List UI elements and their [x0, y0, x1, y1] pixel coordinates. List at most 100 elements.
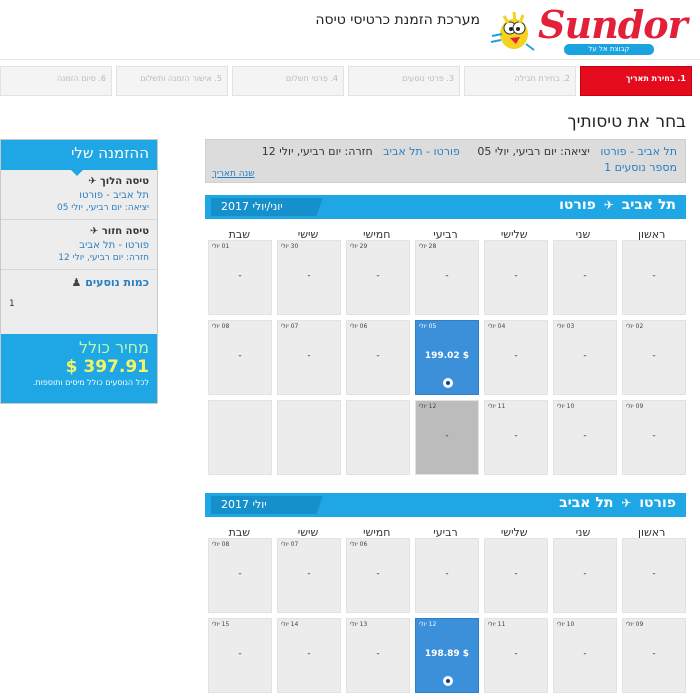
cell-date: 05 יולי	[419, 323, 437, 330]
date-cell[interactable]: 07 יולי -	[277, 538, 341, 613]
date-cell[interactable]: 28 יולי -	[415, 240, 479, 315]
cell-price: -	[238, 569, 242, 579]
cell-date: 09 יולי	[626, 403, 644, 410]
date-cell[interactable]: 30 יולי -	[277, 240, 341, 315]
cell-price: -	[514, 569, 518, 579]
booking-steps: 6. סיום הזמנה 5. אישור הזמנה ותשלום 4. פרט…	[0, 66, 700, 96]
step-6[interactable]: 6. סיום הזמנה	[0, 66, 112, 96]
cell-date: 08 יולי	[212, 323, 230, 330]
cell-date: 07 יולי	[281, 541, 299, 548]
cell-price: -	[514, 351, 518, 361]
date-cell[interactable]: 06 יולי -	[346, 538, 410, 613]
cell-price: -	[307, 351, 311, 361]
plane-icon: ✈	[603, 198, 614, 212]
summary-out-date: יציאה: יום רביעי, יולי 05	[477, 145, 590, 158]
date-cell[interactable]: -	[553, 240, 617, 315]
date-cell[interactable]	[346, 400, 410, 475]
passengers-count: 1	[9, 299, 15, 309]
inbound-origin: פורטו	[639, 495, 676, 511]
date-cell[interactable]: -	[484, 240, 548, 315]
date-cell[interactable]: 08 יולי -	[208, 320, 272, 395]
date-cell[interactable]: 10 יולי -	[553, 618, 617, 693]
cell-price: -	[652, 431, 656, 441]
cell-price: -	[514, 649, 518, 659]
selected-radio-icon[interactable]	[443, 378, 453, 388]
cell-price: -	[514, 431, 518, 441]
date-cell[interactable]: 07 יולי -	[277, 320, 341, 395]
inbound-calendar-header: פורטו ✈ תל אביב יולי 2017	[205, 493, 686, 517]
cell-price: -	[376, 351, 380, 361]
selected-date-cell[interactable]: 12 יולי $ 198.89	[415, 618, 479, 693]
plane-icon: ✈	[89, 226, 99, 237]
cell-price: -	[652, 351, 656, 361]
sundor-logo[interactable]: Sundor קבוצת אל על	[486, 2, 688, 56]
cell-price: -	[238, 649, 242, 659]
cell-date: 12 יולי	[419, 621, 437, 628]
date-cell[interactable]: 06 יולי -	[346, 320, 410, 395]
logo-text: Sundor	[538, 2, 688, 47]
date-cell[interactable]: -	[553, 538, 617, 613]
date-cell[interactable]: 03 יולי -	[553, 320, 617, 395]
cell-price: -	[445, 271, 449, 281]
summary-out-route: תל אביב - פורטו	[600, 145, 677, 158]
cell-date: 06 יולי	[350, 323, 368, 330]
date-cell[interactable]: -	[622, 538, 686, 613]
date-cell[interactable]: 14 יולי -	[277, 618, 341, 693]
date-cell[interactable]: 09 יולי -	[622, 618, 686, 693]
date-cell[interactable]: 12 יולי -	[415, 400, 479, 475]
cell-date: 28 יולי	[419, 243, 437, 250]
summary-passengers: מספר נוסעים 1	[604, 161, 677, 174]
outbound-origin: תל אביב	[621, 197, 676, 213]
cell-date: 10 יולי	[557, 403, 575, 410]
date-cell[interactable]: 01 יולי -	[208, 240, 272, 315]
cell-date: 30 יולי	[281, 243, 299, 250]
date-cell[interactable]: 04 יולי -	[484, 320, 548, 395]
date-cell[interactable]	[208, 400, 272, 475]
date-cell[interactable]: 10 יולי -	[553, 400, 617, 475]
return-flight-date: חזרה: יום רביעי, יולי 12	[58, 253, 149, 263]
selected-radio-icon[interactable]	[443, 676, 453, 686]
cell-price: -	[514, 271, 518, 281]
cell-price: -	[307, 649, 311, 659]
date-cell[interactable]: -	[415, 538, 479, 613]
date-cell[interactable]: 15 יולי -	[208, 618, 272, 693]
step-5[interactable]: 5. אישור הזמנה ותשלום	[116, 66, 228, 96]
outbound-flight-date: יציאה: יום רביעי, יולי 05	[56, 203, 149, 213]
cell-price: -	[583, 351, 587, 361]
return-flight-section: טיסה חזור ✈ פורטו - תל אביב חזרה: יום רב…	[1, 220, 157, 270]
date-cell[interactable]: -	[622, 240, 686, 315]
cell-date: 04 יולי	[488, 323, 506, 330]
cell-date: 29 יולי	[350, 243, 368, 250]
cell-date: 11 יולי	[488, 621, 506, 628]
my-booking-title: ההזמנה שלי	[1, 140, 157, 176]
date-cell[interactable]: 08 יולי -	[208, 538, 272, 613]
step-3[interactable]: 3. פרטי נוסעים	[348, 66, 460, 96]
cell-price: -	[652, 569, 656, 579]
outbound-destination: פורטו	[559, 197, 596, 213]
date-cell[interactable]: 02 יולי -	[622, 320, 686, 395]
step-2[interactable]: 2. בחירת חבילה	[464, 66, 576, 96]
date-cell[interactable]: 09 יולי -	[622, 400, 686, 475]
cell-price: -	[307, 569, 311, 579]
cell-date: 10 יולי	[557, 621, 575, 628]
outbound-flight-section: טיסה הלוך ✈ תל אביב - פורטו יציאה: יום ר…	[1, 170, 157, 220]
date-cell[interactable]: -	[484, 538, 548, 613]
date-cell[interactable]: 29 יולי -	[346, 240, 410, 315]
cell-date: 09 יולי	[626, 621, 644, 628]
step-4[interactable]: 4. פרטי תשלום	[232, 66, 344, 96]
date-cell[interactable]: 13 יולי -	[346, 618, 410, 693]
summary-ret-route: פורטו - תל אביב	[383, 145, 460, 158]
outbound-flight-route: תל אביב - פורטו	[79, 190, 149, 201]
date-cell[interactable]	[277, 400, 341, 475]
cell-price: -	[583, 649, 587, 659]
date-cell[interactable]: 11 יולי -	[484, 618, 548, 693]
person-icon: ♟	[71, 276, 82, 289]
inbound-route: פורטו ✈ תל אביב	[559, 495, 676, 511]
date-cell[interactable]: 11 יולי -	[484, 400, 548, 475]
plane-icon: ✈	[88, 176, 97, 187]
step-1[interactable]: 1. בחירת תאריך	[580, 66, 692, 96]
summary-row: תל אביב - פורטו יציאה: יום רביעי, יולי 0…	[214, 145, 677, 158]
selected-date-cell[interactable]: 05 יולי $ 199.02	[415, 320, 479, 395]
change-date-link[interactable]: שנה תאריך	[212, 169, 255, 179]
cell-date: 13 יולי	[350, 621, 368, 628]
